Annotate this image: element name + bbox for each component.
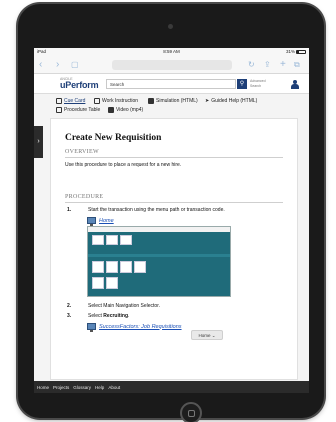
app-header: ANCILE uPerform Search ⚲ Advanced Search xyxy=(34,74,309,94)
footer-link-home[interactable]: Home xyxy=(37,385,49,390)
footer-link-glossary[interactable]: Glossary xyxy=(73,385,91,390)
document-page: Create New Requisition OVERVIEW Use this… xyxy=(50,118,298,380)
tab-video[interactable]: Video (mp4) xyxy=(108,107,143,113)
ipad-screen: iPad 8:59 AM 31% ‹ › ▢ ↻ ⇪ + ⧉ ANCILE uP… xyxy=(34,48,309,393)
new-tab-icon[interactable]: + xyxy=(280,59,286,71)
footer-nav: Home Projects Glossary Help About xyxy=(34,381,309,393)
status-bar: iPad 8:59 AM 31% xyxy=(34,48,309,56)
tab-work-instruction[interactable]: Work Instruction xyxy=(94,98,138,104)
tab-guided-help[interactable]: ➤ Guided Help (HTML) xyxy=(205,98,257,104)
recruiting-link-row: SuccessFactors: Job Requisitions xyxy=(87,323,283,332)
procedure-heading: PROCEDURE xyxy=(65,194,283,203)
battery-icon xyxy=(296,50,306,54)
advanced-search-link[interactable]: Advanced Search xyxy=(250,79,270,88)
address-bar[interactable] xyxy=(112,60,232,70)
footer-link-about[interactable]: About xyxy=(108,385,120,390)
monitor-icon xyxy=(87,323,96,332)
format-tabs: Cue Card Work Instruction Simulation (HT… xyxy=(34,94,309,116)
user-icon[interactable] xyxy=(291,80,299,89)
tab-procedure-table[interactable]: Procedure Table xyxy=(56,107,100,113)
reload-icon[interactable]: ↻ xyxy=(248,59,255,71)
bookmarks-icon[interactable]: ▢ xyxy=(71,59,79,71)
step-2: 2. Select Main Navigation Selector. xyxy=(67,303,160,309)
step-3: 3. Select Recruiting. xyxy=(67,313,130,319)
video-icon xyxy=(108,107,114,113)
document-icon xyxy=(94,98,100,104)
back-icon[interactable]: ‹ xyxy=(39,59,42,71)
home-button[interactable] xyxy=(180,402,202,422)
uperform-logo[interactable]: uPerform xyxy=(60,80,99,90)
overview-heading: OVERVIEW xyxy=(65,149,283,158)
tab-simulation[interactable]: Simulation (HTML) xyxy=(148,98,198,104)
battery-percent: 31% xyxy=(285,49,295,54)
tab-cue-card[interactable]: Cue Card xyxy=(56,98,85,104)
monitor-icon xyxy=(87,217,96,226)
guided-help-icon: ➤ xyxy=(205,98,210,104)
side-panel-toggle[interactable]: › xyxy=(34,126,43,158)
footer-link-help[interactable]: Help xyxy=(95,385,104,390)
forward-icon[interactable]: › xyxy=(56,59,59,71)
clock: 8:59 AM xyxy=(163,49,180,54)
overview-text: Use this procedure to place a request fo… xyxy=(65,162,182,168)
table-icon xyxy=(56,107,62,113)
home-link[interactable]: Home xyxy=(99,218,114,224)
share-icon[interactable]: ⇪ xyxy=(264,59,271,71)
home-link-row: Home xyxy=(87,217,283,226)
chevron-right-icon: › xyxy=(37,138,40,145)
page-title: Create New Requisition xyxy=(65,133,162,143)
home-dropdown-chip[interactable]: Home ⌄ xyxy=(191,330,223,340)
search-button[interactable]: ⚲ xyxy=(237,79,247,89)
step-1: 1. Start the transaction using the menu p… xyxy=(67,207,225,213)
tabs-icon[interactable]: ⧉ xyxy=(294,59,300,71)
cue-card-icon xyxy=(56,98,62,104)
footer-link-projects[interactable]: Projects xyxy=(53,385,69,390)
browser-toolbar: ‹ › ▢ ↻ ⇪ + ⧉ xyxy=(34,56,309,74)
simulation-icon xyxy=(148,98,154,104)
camera-dot xyxy=(168,24,173,29)
screenshot-thumbnail[interactable] xyxy=(87,226,231,297)
search-input[interactable]: Search xyxy=(106,79,236,89)
recruiting-link[interactable]: SuccessFactors: Job Requisitions xyxy=(99,324,182,330)
search-icon: ⚲ xyxy=(239,81,245,87)
